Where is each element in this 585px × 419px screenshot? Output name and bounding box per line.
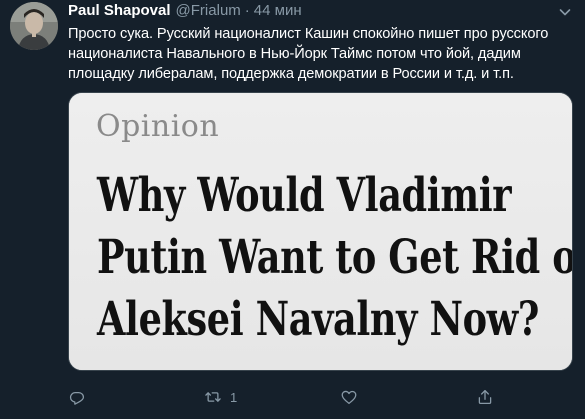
tweet-actions: 1 bbox=[68, 386, 573, 408]
share-icon bbox=[476, 388, 494, 406]
retweet-icon bbox=[204, 388, 222, 406]
timestamp[interactable]: 44 мин bbox=[254, 2, 302, 19]
headline-line: Putin Want to Get Rid of bbox=[97, 230, 573, 285]
retweet-button[interactable]: 1 bbox=[204, 386, 237, 408]
avatar[interactable] bbox=[10, 2, 58, 50]
author-name[interactable]: Paul Shapoval bbox=[68, 2, 171, 19]
headline-line: Aleksei Navalny Now? bbox=[97, 292, 539, 347]
tweet-text: Просто сука. Русский националист Кашин с… bbox=[68, 26, 549, 82]
like-button[interactable] bbox=[340, 386, 358, 408]
tweet[interactable]: Paul Shapoval @Frialum · 44 мин Просто с… bbox=[0, 0, 585, 419]
author-handle[interactable]: @Frialum bbox=[176, 2, 241, 19]
separator-dot: · bbox=[244, 2, 250, 19]
article-section: Opinion bbox=[96, 109, 220, 144]
reply-button[interactable] bbox=[68, 386, 86, 408]
article-headline: Why Would Vladimir Putin Want to Get Rid… bbox=[97, 165, 573, 351]
tweet-media-image[interactable]: Opinion Why Would Vladimir Putin Want to… bbox=[68, 92, 573, 371]
share-button[interactable] bbox=[476, 386, 494, 408]
headline-line: Why Would Vladimir bbox=[97, 168, 512, 223]
heart-icon bbox=[340, 388, 358, 406]
tweet-header: Paul Shapoval @Frialum · 44 мин bbox=[68, 2, 302, 22]
chevron-down-icon[interactable] bbox=[557, 4, 573, 20]
retweet-count: 1 bbox=[230, 389, 238, 405]
reply-icon bbox=[68, 388, 86, 406]
article-screenshot: Opinion Why Would Vladimir Putin Want to… bbox=[69, 93, 572, 370]
